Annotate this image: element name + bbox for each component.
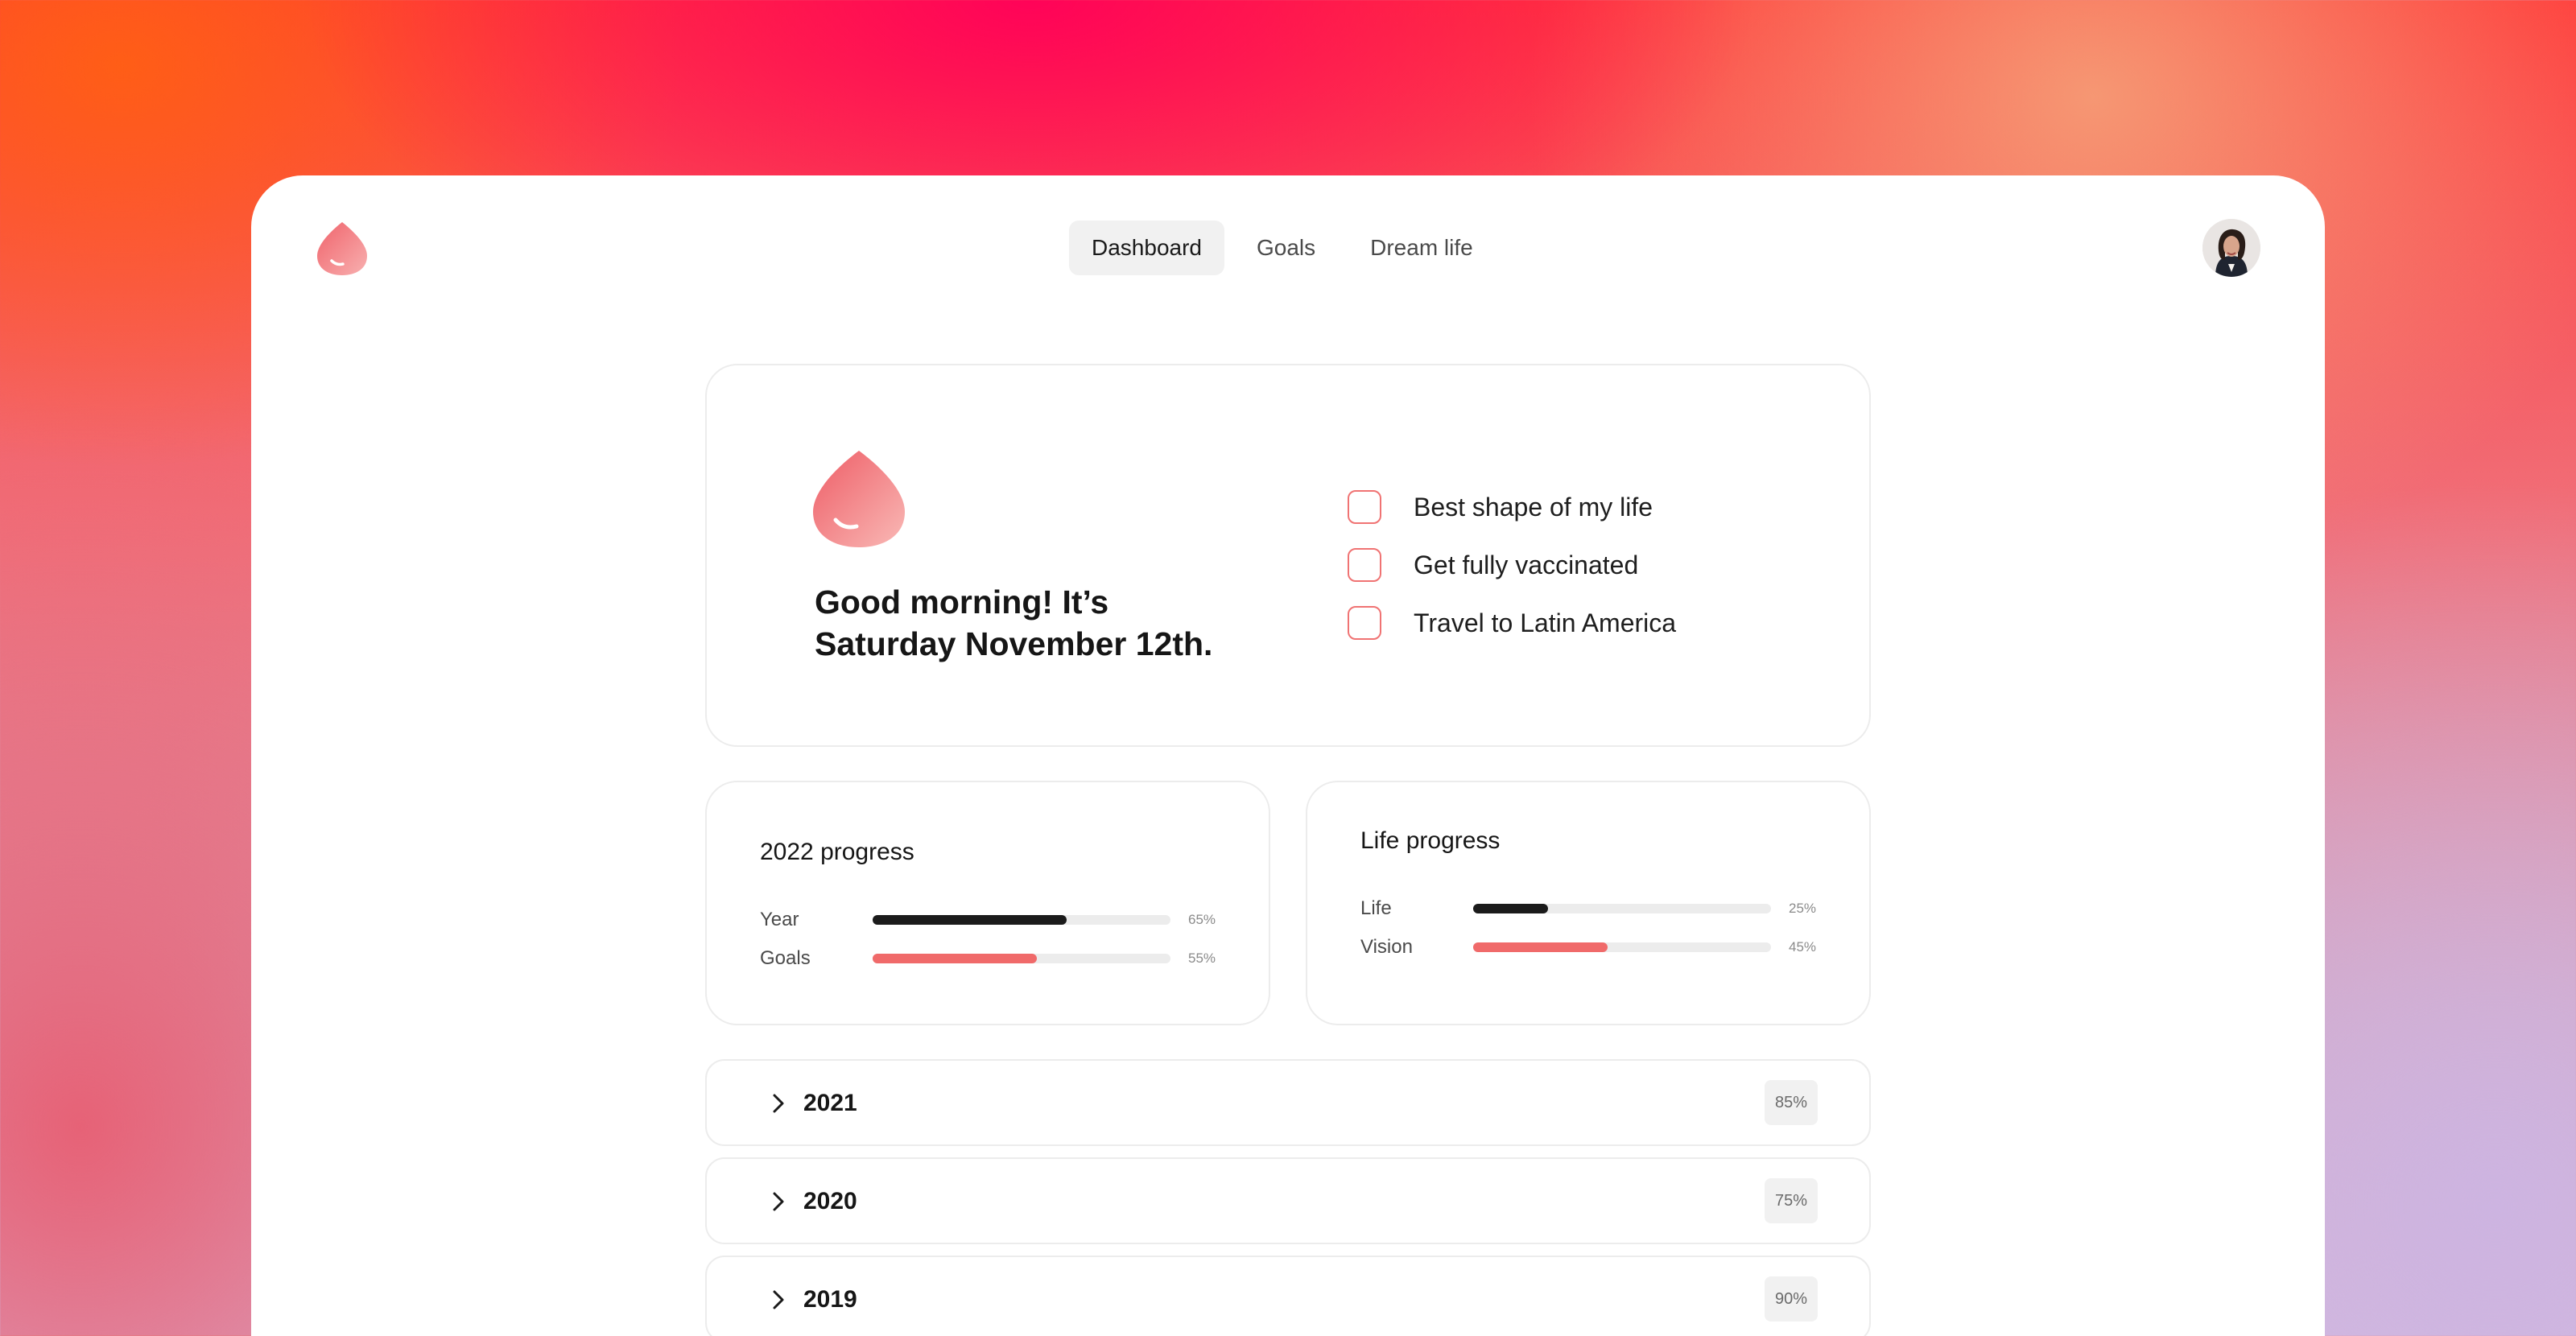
year-row-2021[interactable]: 2021 85%	[705, 1059, 1871, 1146]
nav-tab-dashboard[interactable]: Dashboard	[1069, 221, 1224, 275]
goal-checkbox[interactable]	[1348, 490, 1381, 524]
goal-item: Travel to Latin America	[1348, 594, 1676, 652]
year-percent-badge: 85%	[1765, 1080, 1818, 1125]
progress-fill	[1473, 942, 1608, 952]
bar-label: Year	[760, 909, 799, 930]
progress-2022-title: 2022 progress	[760, 839, 914, 865]
progress-track	[873, 915, 1170, 925]
year-row-2020[interactable]: 2020 75%	[705, 1157, 1871, 1244]
progress-track	[873, 954, 1170, 963]
goal-checkbox[interactable]	[1348, 606, 1381, 640]
greeting-line-2: Saturday November 12th.	[815, 625, 1213, 662]
nav-tab-goals[interactable]: Goals	[1234, 221, 1338, 275]
year-label: 2020	[803, 1188, 857, 1214]
chevron-right-icon	[773, 1290, 784, 1309]
nav-tab-dream-life[interactable]: Dream life	[1348, 221, 1496, 275]
bar-percent: 65%	[1188, 912, 1216, 927]
progress-bar-row-life: Life 25%	[1360, 897, 1819, 921]
progress-2022-card: 2022 progress Year 65% Goals 55%	[705, 781, 1270, 1025]
welcome-card: Good morning! It’s Saturday November 12t…	[705, 364, 1871, 747]
goal-item: Best shape of my life	[1348, 478, 1676, 536]
year-row-2019[interactable]: 2019 90%	[705, 1256, 1871, 1336]
bar-percent: 45%	[1789, 939, 1817, 955]
progress-fill	[873, 954, 1037, 963]
year-percent-badge: 75%	[1765, 1178, 1818, 1223]
chevron-right-icon	[773, 1192, 784, 1211]
year-label: 2021	[803, 1090, 857, 1116]
greeting-text: Good morning! It’s Saturday November 12t…	[815, 581, 1265, 665]
goal-checklist: Best shape of my life Get fully vaccinat…	[1348, 478, 1676, 652]
app-logo-icon[interactable]	[316, 221, 369, 277]
top-nav: Dashboard Goals Dream life	[1069, 221, 1496, 275]
goal-checkbox[interactable]	[1348, 548, 1381, 582]
bar-label: Life	[1360, 897, 1392, 919]
progress-bar-row-goals: Goals 55%	[760, 946, 1219, 971]
goal-label: Best shape of my life	[1414, 492, 1653, 522]
progress-fill	[1473, 904, 1548, 913]
year-percent-badge: 90%	[1765, 1276, 1818, 1322]
progress-track	[1473, 942, 1771, 952]
life-progress-title: Life progress	[1360, 827, 1501, 854]
greeting-line-1: Good morning! It’s	[815, 583, 1109, 621]
user-avatar-icon	[2202, 219, 2260, 277]
bar-percent: 55%	[1188, 950, 1216, 966]
year-label: 2019	[803, 1286, 857, 1313]
life-progress-card: Life progress Life 25% Vision 45%	[1306, 781, 1871, 1025]
progress-fill	[873, 915, 1067, 925]
bar-label: Vision	[1360, 936, 1413, 958]
app-window: Dashboard Goals Dream life Good morning!…	[251, 175, 2325, 1336]
welcome-drop-icon	[813, 451, 905, 547]
goal-label: Get fully vaccinated	[1414, 550, 1639, 579]
progress-bar-row-year: Year 65%	[760, 908, 1219, 932]
progress-track	[1473, 904, 1771, 913]
bar-percent: 25%	[1789, 901, 1817, 916]
bar-label: Goals	[760, 947, 811, 969]
progress-bar-row-vision: Vision 45%	[1360, 935, 1819, 959]
goal-label: Travel to Latin America	[1414, 608, 1677, 637]
chevron-right-icon	[773, 1094, 784, 1113]
user-avatar[interactable]	[2202, 219, 2260, 277]
goal-item: Get fully vaccinated	[1348, 536, 1676, 594]
